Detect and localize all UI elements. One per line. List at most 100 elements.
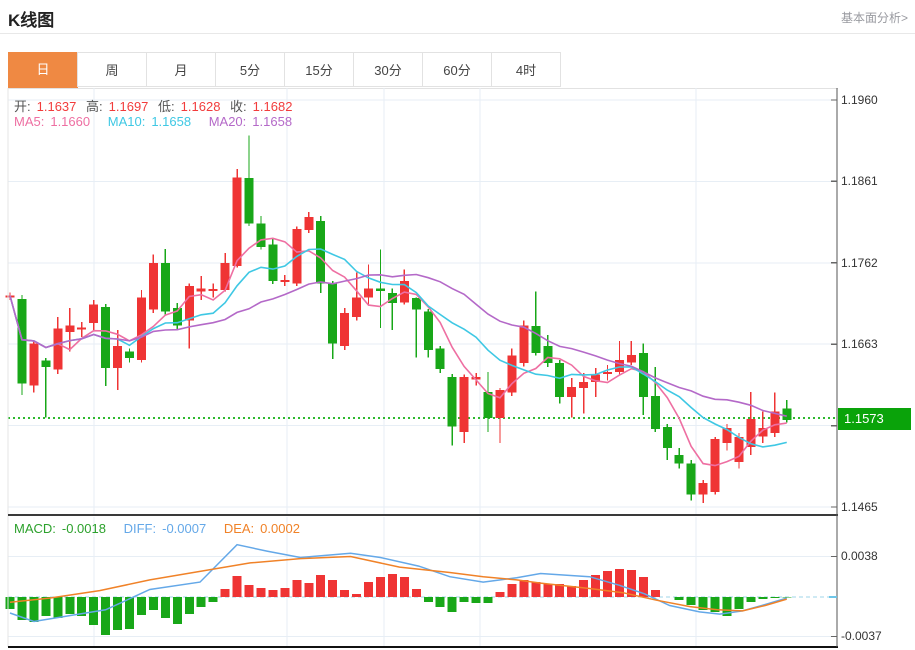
- macd-bar: [531, 582, 540, 597]
- candle-body: [603, 372, 612, 374]
- candle-body: [699, 483, 708, 495]
- macd-bar: [603, 571, 612, 597]
- candle-body: [782, 408, 791, 420]
- macd-bar: [352, 594, 361, 597]
- macd-bar: [233, 576, 242, 597]
- macd-bar: [364, 582, 373, 597]
- low-value: 1.1628: [181, 99, 221, 114]
- candle-body: [352, 297, 361, 317]
- macd-bar: [687, 597, 696, 605]
- macd-bar: [256, 588, 265, 597]
- macd-value: -0.0018: [62, 521, 106, 536]
- macd-bar: [292, 580, 301, 597]
- macd-bar: [197, 597, 206, 607]
- price-axis-label: 1.1465: [841, 500, 878, 514]
- close-value: 1.1682: [253, 99, 293, 114]
- ma5-label: MA5:: [14, 114, 44, 129]
- candle-body: [328, 283, 337, 343]
- macd-bar: [758, 597, 767, 599]
- macd-bar: [543, 584, 552, 597]
- macd-bar: [746, 597, 755, 602]
- macd-bar: [328, 580, 337, 597]
- candle-body: [197, 288, 206, 291]
- macd-bar: [101, 597, 110, 635]
- macd-bar: [173, 597, 182, 624]
- macd-bar: [436, 597, 445, 607]
- candle-body: [484, 392, 493, 418]
- dea-value: 0.0002: [260, 521, 300, 536]
- candle-body: [17, 299, 26, 384]
- candle-body: [436, 348, 445, 369]
- candle-body: [113, 346, 122, 368]
- candle-body: [29, 343, 38, 385]
- candle-body: [651, 396, 660, 429]
- macd-bar: [507, 584, 516, 597]
- candle-body: [687, 463, 696, 494]
- ma20-label: MA20:: [209, 114, 247, 129]
- macd-bar: [268, 590, 277, 597]
- ma10-value: 1.1658: [151, 114, 191, 129]
- high-value: 1.1697: [109, 99, 149, 114]
- macd-bar: [221, 589, 230, 597]
- macd-bar: [113, 597, 122, 630]
- candle-body: [675, 455, 684, 463]
- candle-body: [77, 327, 86, 329]
- candle-body: [268, 245, 277, 281]
- price-axis-label: 1.1960: [841, 93, 878, 107]
- dea-label: DEA:: [224, 521, 254, 536]
- candle-body: [41, 361, 50, 368]
- macd-bar: [185, 597, 194, 614]
- candle-body: [615, 360, 624, 372]
- macd-legend: MACD:-0.0018 DIFF:-0.0007 DEA:0.0002: [14, 521, 306, 536]
- macd-bar: [209, 597, 218, 602]
- candle-body: [233, 177, 242, 266]
- candle-body: [221, 263, 230, 290]
- macd-bar: [770, 597, 779, 598]
- candle-body: [53, 329, 62, 370]
- candle-body: [65, 325, 74, 332]
- candle-body: [579, 382, 588, 388]
- candle-body: [280, 280, 289, 282]
- macd-bar: [340, 590, 349, 597]
- candle-body: [364, 288, 373, 297]
- macd-bar: [6, 597, 15, 609]
- macd-bar: [412, 589, 421, 597]
- candle-body: [567, 387, 576, 397]
- macd-bar: [245, 585, 254, 597]
- candle-body: [627, 355, 636, 362]
- macd-bar: [495, 592, 504, 597]
- macd-label: MACD:: [14, 521, 56, 536]
- macd-bar: [472, 597, 481, 603]
- ma20-value: 1.1658: [252, 114, 292, 129]
- kline-page: K线图 基本面分析> 日周月5分15分30分60分4时 开:1.1637 高:1…: [0, 0, 915, 650]
- candle-body: [149, 263, 158, 310]
- candle-body: [209, 289, 218, 291]
- current-price-badge: 1.1573: [838, 408, 911, 430]
- candle-body: [424, 311, 433, 350]
- candle-body: [460, 377, 469, 432]
- macd-axis-label: 0.0038: [841, 549, 878, 563]
- candle-body: [663, 427, 672, 448]
- candle-body: [519, 325, 528, 363]
- ma5-value: 1.1660: [50, 114, 90, 129]
- price-axis-label: 1.1663: [841, 337, 878, 351]
- candle-body: [89, 305, 98, 323]
- candle-body: [340, 313, 349, 346]
- low-label: 低:: [158, 99, 175, 114]
- diff-label: DIFF:: [124, 521, 157, 536]
- macd-bar: [65, 597, 74, 614]
- open-label: 开:: [14, 99, 31, 114]
- macd-bar: [149, 597, 158, 610]
- price-axis-label: 1.1762: [841, 256, 878, 270]
- candle-body: [137, 297, 146, 359]
- candle-body: [161, 263, 170, 312]
- macd-bar: [376, 577, 385, 597]
- open-value: 1.1637: [37, 99, 77, 114]
- ma-legend: MA5:1.1660 MA10:1.1658 MA20:1.1658: [14, 114, 298, 129]
- macd-bar: [53, 597, 62, 618]
- macd-bar: [627, 570, 636, 597]
- macd-bar: [304, 583, 313, 597]
- macd-bar: [316, 575, 325, 597]
- candle-body: [256, 223, 265, 247]
- macd-bar: [41, 597, 50, 616]
